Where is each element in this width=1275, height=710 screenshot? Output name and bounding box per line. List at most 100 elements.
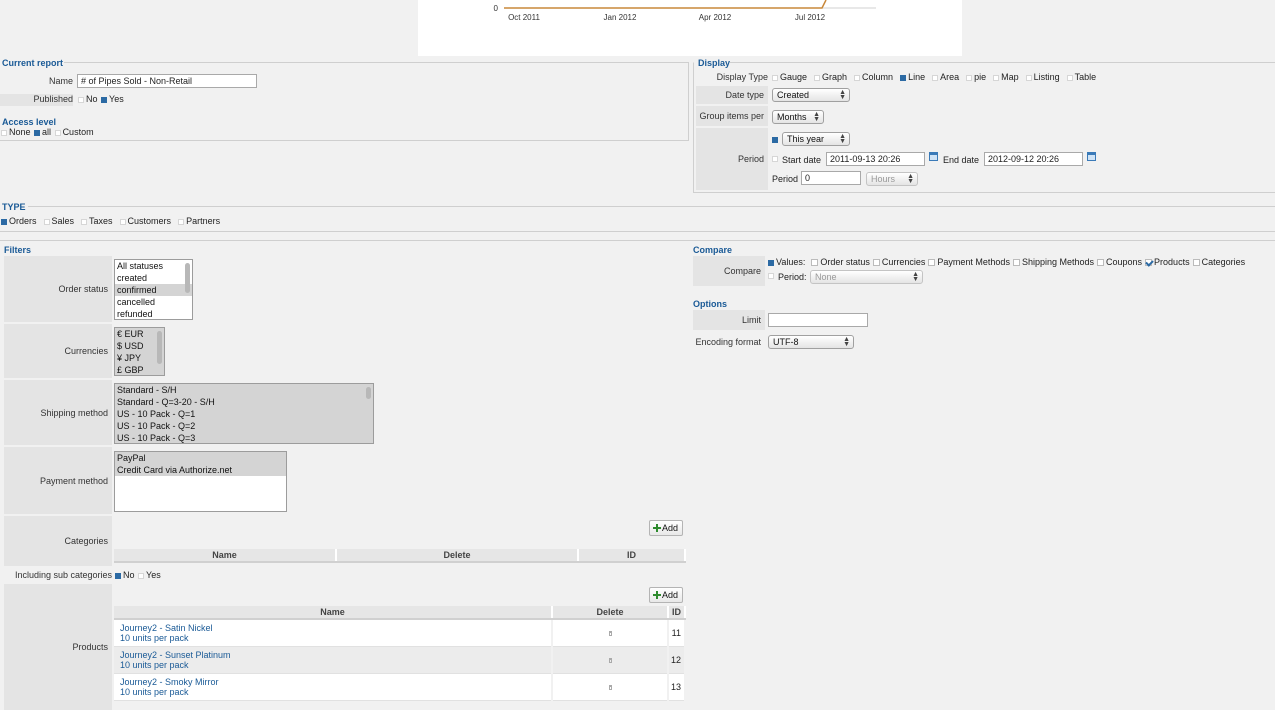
display-type-radio[interactable]: [1025, 74, 1032, 81]
product-link[interactable]: Journey2 - Satin Nickel: [114, 623, 551, 633]
encoding-format-select[interactable]: UTF-8 ▲ ▼: [768, 335, 854, 349]
display-type-option: Map: [992, 72, 1019, 82]
display-type-option-label: Table: [1074, 72, 1097, 82]
display-type-radio[interactable]: [772, 74, 778, 81]
scrollbar[interactable]: [157, 331, 162, 364]
payment-method-label: Payment method: [4, 447, 112, 514]
list-option[interactable]: cancelled: [115, 296, 192, 308]
scrollbar[interactable]: [366, 387, 371, 399]
product-link[interactable]: Journey2 - Smoky Mirror: [114, 677, 551, 687]
currencies-listbox[interactable]: € EUR $ USD ¥ JPY £ GBP: [114, 327, 165, 376]
list-option[interactable]: All statuses: [115, 260, 192, 272]
access-none-radio[interactable]: [1, 129, 7, 136]
display-type-option: Graph: [813, 72, 847, 82]
add-category-button[interactable]: Add: [649, 520, 684, 536]
display-type-radio[interactable]: [854, 74, 861, 81]
display-type-radio[interactable]: [900, 74, 907, 81]
display-type-radio[interactable]: [1066, 74, 1073, 81]
product-link[interactable]: Journey2 - Sunset Platinum: [114, 650, 551, 660]
compare-value-checkbox[interactable]: [1012, 259, 1020, 267]
compare-value-checkbox[interactable]: [872, 259, 880, 267]
start-date-input[interactable]: [826, 152, 925, 166]
trash-icon[interactable]: [608, 684, 612, 690]
list-option[interactable]: confirmed: [115, 284, 192, 296]
access-level-title: Access level: [2, 117, 57, 127]
list-option[interactable]: Credit Card via Authorize.net: [115, 464, 286, 476]
date-type-label: Date type: [696, 86, 768, 104]
add-product-button[interactable]: Add: [649, 587, 684, 603]
access-all-radio[interactable]: [34, 129, 41, 136]
compare-value-label: Coupons: [1106, 257, 1143, 267]
payment-method-listbox[interactable]: PayPal Credit Card via Authorize.net: [114, 451, 287, 512]
compare-value-checkbox[interactable]: [1192, 259, 1200, 267]
compare-value-option: Order status: [811, 257, 870, 267]
list-option[interactable]: US - 10 Pack - Q=2: [115, 420, 373, 432]
published-no-radio[interactable]: [78, 96, 84, 103]
display-type-radio[interactable]: [814, 74, 821, 81]
compare-value-option: Shipping Methods: [1012, 257, 1094, 267]
subcat-no-radio[interactable]: [115, 572, 121, 579]
list-option[interactable]: refunded: [115, 308, 192, 319]
display-type-radio[interactable]: [993, 74, 1000, 81]
compare-label: Compare: [693, 256, 765, 286]
end-date-input[interactable]: [984, 152, 1083, 166]
display-type-option: Area: [931, 72, 959, 82]
compare-period-select[interactable]: None ▲ ▼: [810, 270, 923, 284]
product-id-cell: 12: [668, 646, 686, 674]
compare-values-radio[interactable]: [768, 259, 774, 266]
published-options: No Yes: [77, 94, 124, 104]
type-radio[interactable]: [1, 218, 7, 225]
report-name-input[interactable]: [77, 74, 257, 88]
access-custom-radio[interactable]: [54, 129, 61, 136]
product-name-cell: Journey2 - Sunset Platinum 10 units per p…: [114, 646, 553, 674]
published-label: Published: [0, 94, 73, 106]
compare-period-radio[interactable]: [768, 273, 774, 279]
scrollbar[interactable]: [185, 263, 190, 293]
type-radio[interactable]: [119, 218, 126, 225]
display-type-radio[interactable]: [966, 74, 973, 81]
include-subcategories-label: Including sub categories: [4, 568, 112, 582]
type-radio[interactable]: [43, 218, 50, 225]
period-preset-radio[interactable]: [772, 137, 778, 143]
period-count-input[interactable]: [801, 171, 861, 185]
list-option[interactable]: £ GBP: [115, 364, 164, 375]
published-yes-radio[interactable]: [101, 96, 108, 103]
calendar-icon[interactable]: [1087, 152, 1096, 161]
trash-icon[interactable]: [608, 630, 612, 636]
type-radio[interactable]: [178, 218, 185, 225]
list-option[interactable]: Standard - S/H: [115, 384, 373, 396]
display-type-option-label: Area: [940, 72, 960, 82]
period-unit-select[interactable]: Hours ▲ ▼: [866, 172, 918, 186]
group-items-select[interactable]: Months ▲ ▼: [772, 110, 824, 124]
trash-icon[interactable]: [608, 657, 612, 663]
type-radio[interactable]: [81, 218, 88, 225]
list-option[interactable]: Standard - Q=3-20 - S/H: [115, 396, 373, 408]
type-title: TYPE: [2, 202, 26, 212]
end-date-label: End date: [943, 155, 980, 165]
list-option[interactable]: created: [115, 272, 192, 284]
compare-value-label: Order status: [820, 257, 870, 267]
display-type-label: Display Type: [716, 72, 768, 82]
order-status-listbox[interactable]: All statuses created confirmed cancelled ref…: [114, 259, 193, 320]
period-preset-select[interactable]: This year ▲ ▼: [782, 132, 850, 146]
product-id-cell: 13: [668, 673, 686, 701]
shipping-method-listbox[interactable]: Standard - S/H Standard - Q=3-20 - S/H US …: [114, 383, 374, 444]
compare-value-checkbox[interactable]: [811, 259, 819, 267]
product-subtitle: 10 units per pack: [120, 686, 189, 697]
encoding-format-value: UTF-8: [773, 337, 799, 347]
list-option[interactable]: US - 10 Pack - Q=3: [115, 432, 373, 443]
type-option-label: Orders: [9, 216, 37, 226]
compare-value-checkbox[interactable]: [1097, 259, 1105, 267]
compare-value-label: Payment Methods: [937, 257, 1010, 267]
compare-value-label: Categories: [1201, 257, 1246, 267]
list-option[interactable]: PayPal: [115, 452, 286, 464]
calendar-icon[interactable]: [929, 152, 938, 161]
period-custom-radio[interactable]: [772, 156, 778, 162]
display-type-radio[interactable]: [932, 74, 939, 81]
compare-value-checkbox[interactable]: [1145, 259, 1153, 267]
subcat-yes-radio[interactable]: [138, 572, 145, 579]
list-option[interactable]: US - 10 Pack - Q=1: [115, 408, 373, 420]
date-type-select[interactable]: Created ▲ ▼: [772, 88, 850, 102]
limit-input[interactable]: [768, 313, 868, 327]
compare-value-checkbox[interactable]: [928, 259, 936, 267]
